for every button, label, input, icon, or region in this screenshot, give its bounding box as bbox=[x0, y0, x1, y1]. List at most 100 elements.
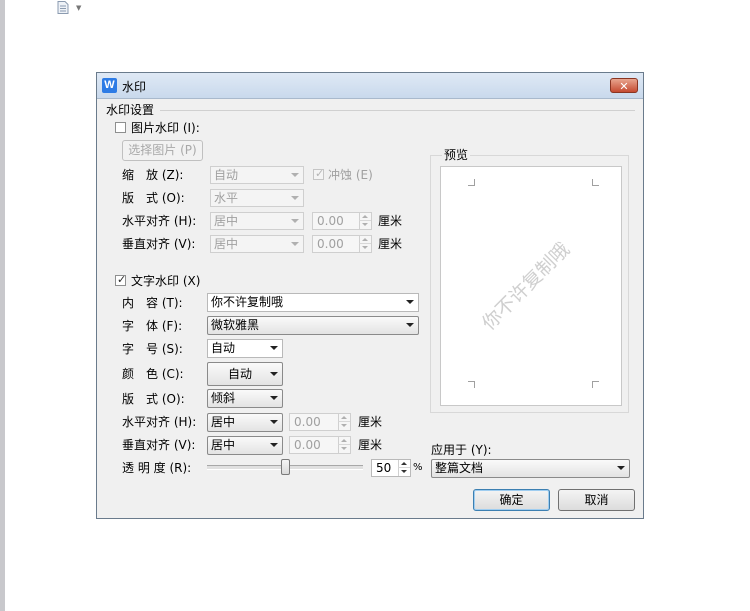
content-combo[interactable]: 你不许复制哦 bbox=[207, 293, 419, 312]
picture-layout-label: 版 式 (O): bbox=[122, 191, 185, 205]
dialog-title: 水印 bbox=[122, 80, 147, 94]
apply-to-value: 整篇文档 bbox=[435, 461, 484, 475]
spin-up-icon[interactable] bbox=[359, 213, 371, 221]
picture-valign-select[interactable]: 居中 bbox=[210, 235, 304, 253]
color-label: 颜 色 (C): bbox=[122, 367, 184, 381]
scale-select[interactable]: 自动 bbox=[210, 166, 304, 184]
checkmark-icon: ✓ bbox=[315, 167, 325, 180]
text-halign-offset-value: 0.00 bbox=[294, 415, 321, 429]
wps-app-icon: W bbox=[102, 78, 117, 93]
picture-layout-value: 水平 bbox=[214, 191, 239, 205]
picture-halign-offset-value: 0.00 bbox=[317, 214, 344, 228]
chevron-down-icon bbox=[617, 466, 625, 470]
text-valign-unit: 厘米 bbox=[358, 438, 383, 452]
watermark-settings-title: 水印设置 bbox=[106, 103, 155, 117]
spin-up-icon[interactable] bbox=[398, 460, 410, 468]
chevron-down-icon bbox=[270, 443, 278, 447]
size-label: 字 号 (S): bbox=[122, 342, 183, 356]
chevron-down-icon bbox=[291, 196, 299, 200]
transparency-spinner[interactable]: 50 bbox=[371, 459, 411, 477]
spin-up-icon[interactable] bbox=[359, 236, 371, 244]
checkmark-icon: ✓ bbox=[117, 273, 127, 286]
document-scroll-edge bbox=[0, 0, 5, 611]
apply-to-label: 应用于 (Y): bbox=[431, 443, 492, 457]
content-label: 内 容 (T): bbox=[122, 296, 183, 310]
text-valign-offset-value: 0.00 bbox=[294, 438, 321, 452]
text-valign-offset[interactable]: 0.00 bbox=[289, 436, 351, 454]
picture-halign-value: 居中 bbox=[214, 214, 239, 228]
picture-watermark-checkbox[interactable] bbox=[115, 122, 126, 133]
text-watermark-label: 文字水印 (X) bbox=[131, 274, 201, 288]
picture-valign-value: 居中 bbox=[214, 237, 239, 251]
text-watermark-checkbox[interactable]: ✓ bbox=[115, 273, 127, 286]
spin-down-icon[interactable] bbox=[359, 221, 371, 229]
chevron-down-icon bbox=[270, 396, 278, 400]
chevron-down-icon bbox=[291, 173, 299, 177]
picture-layout-select[interactable]: 水平 bbox=[210, 189, 304, 207]
picture-halign-label: 水平对齐 (H): bbox=[122, 214, 197, 228]
picture-halign-offset[interactable]: 0.00 bbox=[312, 212, 372, 230]
text-layout-select[interactable]: 倾斜 bbox=[207, 389, 283, 408]
text-layout-value: 倾斜 bbox=[211, 391, 236, 405]
size-combo[interactable]: 自动 bbox=[207, 339, 283, 358]
chevron-down-icon bbox=[291, 219, 299, 223]
close-icon: ✕ bbox=[619, 80, 629, 93]
spin-down-icon[interactable] bbox=[359, 244, 371, 252]
text-valign-label: 垂直对齐 (V): bbox=[122, 438, 196, 452]
text-halign-select[interactable]: 居中 bbox=[207, 413, 283, 432]
chevron-down-icon bbox=[270, 346, 278, 350]
watermark-dialog: W 水印 ✕ 水印设置 图片水印 (I): 选择图片 (P) 缩 放 (Z): … bbox=[96, 72, 644, 519]
picture-valign-offset-value: 0.00 bbox=[317, 237, 344, 251]
percent-sign: % bbox=[413, 462, 423, 473]
text-halign-offset[interactable]: 0.00 bbox=[289, 413, 351, 431]
text-layout-label: 版 式 (O): bbox=[122, 392, 185, 406]
text-valign-select[interactable]: 居中 bbox=[207, 436, 283, 455]
picture-halign-unit: 厘米 bbox=[378, 214, 403, 228]
font-select[interactable]: 微软雅黑 bbox=[207, 316, 419, 335]
washout-label: 冲蚀 (E) bbox=[328, 168, 373, 182]
picture-valign-label: 垂直对齐 (V): bbox=[122, 237, 196, 251]
select-picture-button[interactable]: 选择图片 (P) bbox=[122, 140, 203, 161]
transparency-label: 透 明 度 (R): bbox=[122, 461, 192, 475]
document-icon[interactable] bbox=[57, 1, 69, 14]
washout-checkbox[interactable]: ✓ bbox=[313, 167, 325, 180]
ok-button[interactable]: 确定 bbox=[473, 489, 550, 511]
scale-value: 自动 bbox=[214, 168, 239, 182]
apply-to-select[interactable]: 整篇文档 bbox=[431, 459, 630, 478]
margin-corner-bottom-right bbox=[592, 381, 599, 388]
content-value: 你不许复制哦 bbox=[211, 295, 284, 309]
font-label: 字 体 (F): bbox=[122, 319, 183, 333]
chevron-down-icon[interactable]: ▼ bbox=[76, 4, 81, 12]
color-picker[interactable]: 自动 bbox=[207, 362, 283, 386]
spin-down-icon[interactable] bbox=[398, 468, 410, 476]
preview-label: 预览 bbox=[442, 147, 471, 163]
font-value: 微软雅黑 bbox=[211, 318, 260, 332]
cancel-button[interactable]: 取消 bbox=[558, 489, 635, 511]
spin-up-icon[interactable] bbox=[338, 437, 350, 445]
text-halign-unit: 厘米 bbox=[358, 415, 383, 429]
picture-valign-unit: 厘米 bbox=[378, 237, 403, 251]
spin-down-icon[interactable] bbox=[338, 445, 350, 453]
spin-down-icon[interactable] bbox=[338, 422, 350, 430]
text-halign-label: 水平对齐 (H): bbox=[122, 415, 197, 429]
chevron-down-icon bbox=[270, 420, 278, 424]
margin-corner-bottom-left bbox=[468, 381, 475, 388]
chevron-down-icon bbox=[291, 242, 299, 246]
scale-label: 缩 放 (Z): bbox=[122, 168, 184, 182]
chevron-down-icon bbox=[406, 300, 414, 304]
size-value: 自动 bbox=[211, 341, 236, 355]
preview-page: 你不许复制哦 bbox=[440, 166, 622, 406]
text-valign-value: 居中 bbox=[211, 438, 236, 452]
picture-halign-select[interactable]: 居中 bbox=[210, 212, 304, 230]
picture-valign-offset[interactable]: 0.00 bbox=[312, 235, 372, 253]
transparency-slider-thumb[interactable] bbox=[281, 459, 290, 475]
group-divider bbox=[160, 110, 635, 111]
spin-up-icon[interactable] bbox=[338, 414, 350, 422]
preview-watermark-text: 你不许复制哦 bbox=[477, 238, 575, 335]
close-button[interactable]: ✕ bbox=[610, 78, 638, 93]
transparency-value: 50 bbox=[376, 461, 392, 475]
text-halign-value: 居中 bbox=[211, 415, 236, 429]
chevron-down-icon bbox=[406, 323, 414, 327]
picture-watermark-label: 图片水印 (I): bbox=[131, 121, 200, 135]
title-bar: W 水印 ✕ bbox=[97, 73, 643, 99]
